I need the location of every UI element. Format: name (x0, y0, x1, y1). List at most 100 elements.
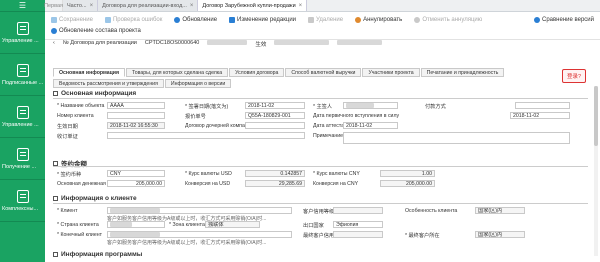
client-rating-label: 客户信用等级 (303, 209, 335, 215)
edit-revision-label: Изменение редакции (237, 17, 297, 23)
section-client[interactable]: Информация о клиенте (53, 195, 137, 202)
payment-field[interactable] (515, 102, 570, 109)
tab-participants[interactable]: Участники проекта (362, 68, 420, 77)
toolbar: Сохранение Проверка ошибок Обновление Из… (45, 14, 600, 40)
check-errors-label: Проверка ошибок (112, 17, 163, 23)
rate-usd-label: * Курс валюты USD (185, 171, 232, 177)
section-basic[interactable]: Основная информация (53, 90, 136, 97)
object-field[interactable]: AAAA (107, 102, 165, 109)
section-program-title: Информация программы (61, 251, 143, 258)
divider (53, 98, 588, 99)
report-no-label: 报价单号 (185, 114, 206, 120)
sub-contract-field[interactable] (245, 122, 305, 129)
export-field[interactable]: Эфиопия (333, 221, 383, 228)
receipt-label: Дата первичного вступления в силу (313, 113, 400, 119)
refresh-project-button[interactable]: Обновление состава проекта (51, 28, 141, 34)
feature-field: 国家(区)内 (475, 207, 525, 214)
menu-icon[interactable]: ☰ (0, 0, 45, 12)
tab-terms[interactable]: Условия договора (229, 68, 285, 77)
close-icon[interactable]: × (299, 3, 303, 9)
save-button[interactable]: Сохранение (51, 17, 93, 23)
tab-goods[interactable]: Товары, для которых сделана сделка (126, 68, 229, 77)
final-client-field[interactable] (107, 231, 292, 238)
tab-label: Договор Зарубежной купли-продажи (202, 2, 296, 9)
redacted-text (207, 40, 248, 45)
recv-field[interactable] (107, 132, 305, 139)
recv-label: 收订单证 (57, 134, 78, 140)
country-label: * Страна клиента (57, 222, 99, 228)
home-tab[interactable]: Первая (44, 0, 63, 11)
redacted-text (274, 40, 330, 45)
tab-printing[interactable]: Печатание и принадлежность (420, 68, 505, 77)
remark-label: Примечание (313, 133, 344, 139)
sidebar-item-0[interactable]: Управление ... (0, 12, 45, 54)
trash-icon (308, 17, 315, 23)
remark-field[interactable] (343, 132, 570, 144)
final-country-field: 国家(区)内 (475, 231, 525, 238)
base-field[interactable]: 205,000.00 (107, 180, 165, 187)
attest-field[interactable]: 2018-11-02 (343, 122, 398, 129)
sidebar-item-4[interactable]: Комплексны... (0, 180, 45, 222)
back-icon[interactable]: ‹ (53, 40, 55, 48)
search-icon (533, 17, 540, 23)
country-field[interactable] (107, 221, 165, 228)
check-errors-button[interactable]: Проверка ошибок (104, 17, 163, 23)
report-no-field[interactable]: Q55A-180829-001 (245, 112, 305, 119)
payment-label: 付款方式 (425, 104, 446, 110)
section-basic-title: Основная информация (61, 90, 137, 97)
main-area: Первая Часто... × Договора для реализаци… (44, 0, 600, 262)
redacted-text (337, 40, 383, 45)
edit-icon (229, 17, 236, 23)
client-field[interactable] (107, 207, 292, 214)
close-icon[interactable]: × (90, 3, 94, 9)
scrollbar-thumb[interactable] (594, 86, 598, 146)
refresh-button[interactable]: Обновление (174, 17, 217, 23)
section-program[interactable]: Информация программы (53, 251, 142, 258)
principal-field[interactable] (343, 102, 398, 109)
conv-cny-label: Конверсия на CNY (313, 181, 359, 187)
undo-cancel-label: Отменить аннуляцию (422, 17, 483, 23)
check-icon (104, 17, 111, 23)
principal-label: * 主签人 (313, 104, 333, 110)
sidebar-item-3[interactable]: Получение ... (0, 138, 45, 180)
redacted-text (110, 222, 132, 227)
undo-cancel-button[interactable]: Отменить аннуляцию (414, 17, 482, 23)
sidebar-item-label: Управление ... (2, 37, 39, 44)
save-icon (51, 17, 57, 23)
edit-revision-button[interactable]: Изменение редакции (229, 17, 296, 23)
divider (53, 166, 588, 167)
tab-currency-method[interactable]: Способ валютной выручки (285, 68, 362, 77)
collapse-icon (53, 160, 58, 166)
zone-field: 独联体 (205, 221, 260, 228)
section-tabs-2: Ведомость рассмотрения и утверждения Инф… (53, 79, 232, 88)
feature-label: Особенность клиента (405, 208, 458, 214)
tab-approval[interactable]: Ведомость рассмотрения и утверждения (53, 79, 164, 88)
tab-basic-info[interactable]: Основная информация (53, 68, 126, 77)
sign-date-field[interactable]: 2018-11-02 (245, 102, 305, 109)
client-no-field[interactable] (107, 112, 165, 119)
tab-1[interactable]: Договора для реализации-вход... × (98, 0, 199, 11)
document-icon (16, 105, 29, 119)
tab-2[interactable]: Договор Зарубежной купли-продажи × (198, 0, 308, 11)
vertical-scrollbar[interactable] (594, 86, 598, 256)
rate-usd-field: 0.142857 (245, 170, 305, 177)
tab-version-info[interactable]: Информация о версии (164, 79, 232, 88)
document-icon (16, 21, 29, 35)
sidebar-item-1[interactable]: Подписанные ... (0, 54, 45, 96)
tab-0[interactable]: Часто... × (63, 0, 99, 11)
compare-versions-button[interactable]: Сравнение версий (533, 17, 594, 23)
refresh-icon (51, 28, 57, 34)
receipt-field[interactable]: 2018-11-02 (510, 112, 570, 119)
final-country-label: * 最终客户所在 (405, 233, 440, 239)
delete-button[interactable]: Удаление (308, 17, 343, 23)
document-icon (16, 189, 29, 203)
sidebar-item-2[interactable]: Управление ... (0, 96, 45, 138)
create-label: 生效日期 (57, 124, 78, 130)
close-icon[interactable]: × (190, 3, 194, 9)
tab-label: Договора для реализации-вход... (102, 2, 187, 9)
sidebar: ☰ Управление ... Подписанные ... Управле… (0, 0, 45, 262)
rate-cny-field: 1.00 (380, 170, 435, 177)
currency-field[interactable]: CNY (107, 170, 165, 177)
doc-prefix: № Договора для реализации (62, 40, 137, 46)
cancel-doc-button[interactable]: Аннулировать (355, 17, 402, 23)
